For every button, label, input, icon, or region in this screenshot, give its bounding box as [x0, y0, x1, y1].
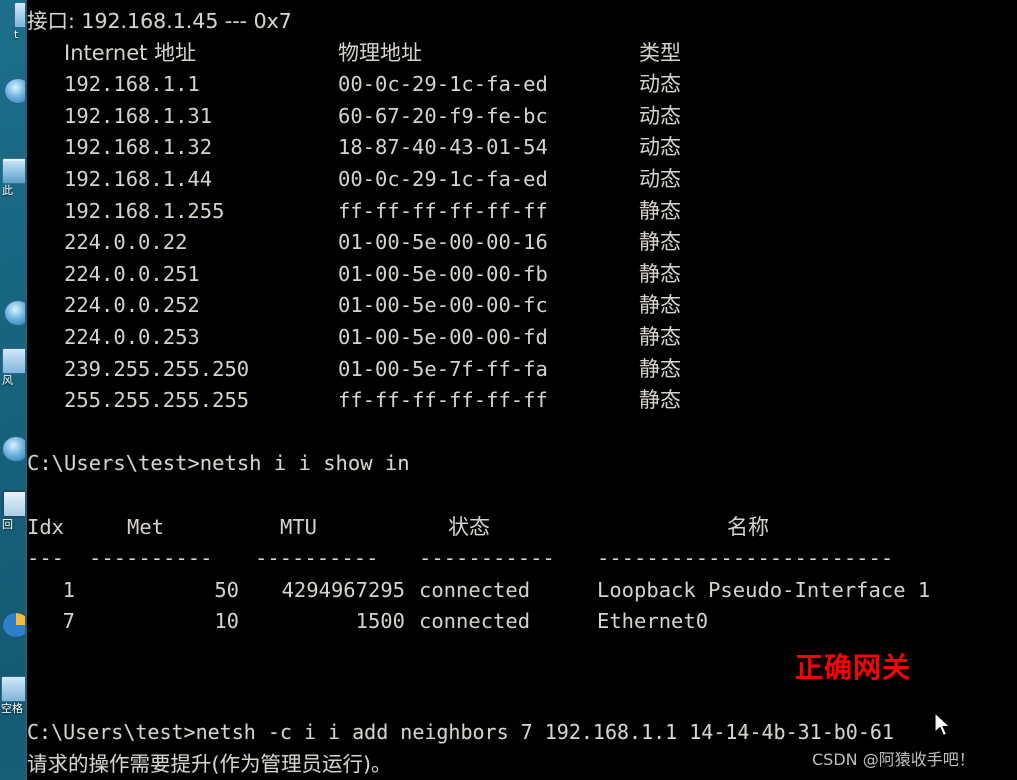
arp-cell-type: 动态 [639, 135, 681, 160]
netsh-cell-idx: 1 [62, 577, 75, 602]
arp-cell-type: 动态 [639, 72, 681, 97]
arp-table-row: 192.168.1.255 ff-ff-ff-ff-ff-ff 静态 [27, 196, 1017, 228]
arp-table-row: 224.0.0.22 01-00-5e-00-00-16 静态 [27, 227, 1017, 259]
arp-cell-mac: ff-ff-ff-ff-ff-ff [338, 198, 548, 223]
netsh-separator-met: ---------- [89, 546, 213, 571]
arp-table-row: 224.0.0.253 01-00-5e-00-00-fd 静态 [27, 322, 1017, 354]
arp-cell-mac: 00-0c-29-1c-fa-ed [338, 72, 548, 97]
netsh-cell-mtu: 1500 [355, 609, 405, 634]
arp-table-row: 224.0.0.252 01-00-5e-00-00-fc 静态 [27, 290, 1017, 322]
netsh-cell-idx: 7 [62, 609, 75, 634]
arp-cell-mac: 60-67-20-f9-fe-bc [338, 103, 548, 128]
prompt-line-show-interface: C:\Users\test>netsh i i show in [27, 451, 410, 476]
netsh-cell-state: connected [419, 577, 531, 602]
arp-cell-mac: 01-00-5e-00-00-fd [338, 324, 548, 349]
arp-cell-type: 静态 [639, 230, 681, 255]
arp-header-internet-address: Internet 地址 [64, 40, 197, 65]
netsh-header-mtu: MTU [280, 514, 318, 539]
netsh-cell-name: Ethernet0 [597, 609, 709, 634]
arp-cell-type: 静态 [639, 261, 681, 286]
arp-table-row: 224.0.0.251 01-00-5e-00-00-fb 静态 [27, 259, 1017, 291]
arp-cell-ip: 192.168.1.44 [64, 166, 213, 191]
arp-cell-mac: 01-00-5e-00-00-fb [338, 261, 548, 286]
arp-cell-mac: 18-87-40-43-01-54 [338, 135, 548, 160]
netsh-separator-state: ----------- [419, 546, 555, 571]
arp-header-physical-address: 物理地址 [338, 40, 422, 65]
arp-table-row: 192.168.1.32 18-87-40-43-01-54 动态 [27, 132, 1017, 164]
arp-cell-ip: 192.168.1.32 [64, 135, 213, 160]
prompt-line-add-neighbors: C:\Users\test>netsh -c i i add neighbors… [27, 720, 894, 745]
arp-table-row: 239.255.255.250 01-00-5e-7f-ff-fa 静态 [27, 354, 1017, 386]
arp-cell-type: 静态 [639, 198, 681, 223]
arp-cell-type: 动态 [639, 166, 681, 191]
netsh-cell-name: Loopback Pseudo-Interface 1 [597, 577, 931, 602]
netsh-cell-met: 50 [214, 577, 239, 602]
screen: t 此 风 回 空格 接口: 192.168.1.45 --- 0x7 Inte… [0, 0, 1017, 780]
arp-cell-ip: 224.0.0.22 [64, 230, 188, 255]
netsh-separator-row: --- ---------- ---------- ----------- --… [27, 543, 1017, 575]
netsh-header-idx: Idx [27, 514, 65, 539]
arp-cell-ip: 255.255.255.255 [64, 388, 250, 413]
netsh-cell-mtu: 4294967295 [281, 577, 405, 602]
netsh-header-name: 名称 [727, 514, 769, 539]
arp-cell-ip: 192.168.1.31 [64, 103, 213, 128]
mouse-cursor-icon [934, 712, 951, 737]
arp-cell-ip: 224.0.0.253 [64, 324, 200, 349]
desktop-icon-label: 此 [2, 184, 13, 197]
arp-cell-mac: 01-00-5e-00-00-16 [338, 230, 548, 255]
arp-cell-mac: 01-00-5e-7f-ff-fa [338, 356, 548, 381]
netsh-cell-state: connected [419, 609, 531, 634]
netsh-header-row: Idx Met MTU 状态 名称 [27, 512, 1017, 544]
arp-cell-mac: 00-0c-29-1c-fa-ed [338, 166, 548, 191]
arp-cell-type: 动态 [639, 103, 681, 128]
netsh-separator-name: ------------------------ [597, 546, 894, 571]
arp-header-row: Internet 地址 物理地址 类型 [27, 38, 1017, 70]
netsh-header-met: Met [127, 514, 165, 539]
arp-cell-type: 静态 [639, 356, 681, 381]
arp-cell-type: 静态 [639, 293, 681, 318]
arp-table-row: 192.168.1.44 00-0c-29-1c-fa-ed 动态 [27, 164, 1017, 196]
desktop-icon-label: t [14, 28, 19, 41]
netsh-table-row: 1 50 4294967295 connected Loopback Pseud… [27, 575, 1017, 607]
arp-table-row: 192.168.1.31 60-67-20-f9-fe-bc 动态 [27, 101, 1017, 133]
arp-cell-mac: 01-00-5e-00-00-fc [338, 293, 548, 318]
netsh-header-state: 状态 [448, 514, 490, 539]
netsh-separator-idx: --- [27, 546, 65, 571]
arp-cell-type: 静态 [639, 324, 681, 349]
arp-interface-line: 接口: 192.168.1.45 --- 0x7 [27, 9, 292, 33]
netsh-table-row: 7 10 1500 connected Ethernet0 [27, 606, 1017, 638]
annotation-correct-gateway: 正确网关 [795, 651, 912, 684]
arp-cell-ip: 192.168.1.255 [64, 198, 225, 223]
arp-table-row: 255.255.255.255 ff-ff-ff-ff-ff-ff 静态 [27, 385, 1017, 417]
desktop-icon-label: 风 [2, 374, 13, 387]
desktop-icon-label: 空格 [1, 702, 23, 715]
arp-header-type: 类型 [639, 40, 681, 65]
csdn-watermark: CSDN @阿猿收手吧！ [812, 750, 975, 769]
netsh-cell-met: 10 [214, 609, 239, 634]
arp-table-row: 192.168.1.1 00-0c-29-1c-fa-ed 动态 [27, 69, 1017, 101]
arp-cell-ip: 239.255.255.250 [64, 356, 250, 381]
arp-cell-ip: 192.168.1.1 [64, 72, 200, 97]
netsh-separator-mtu: ---------- [255, 546, 379, 571]
arp-cell-mac: ff-ff-ff-ff-ff-ff [338, 388, 548, 413]
arp-cell-ip: 224.0.0.252 [64, 293, 200, 318]
arp-cell-ip: 224.0.0.251 [64, 261, 200, 286]
arp-cell-type: 静态 [639, 388, 681, 413]
desktop-icon-label: 回 [2, 518, 13, 531]
